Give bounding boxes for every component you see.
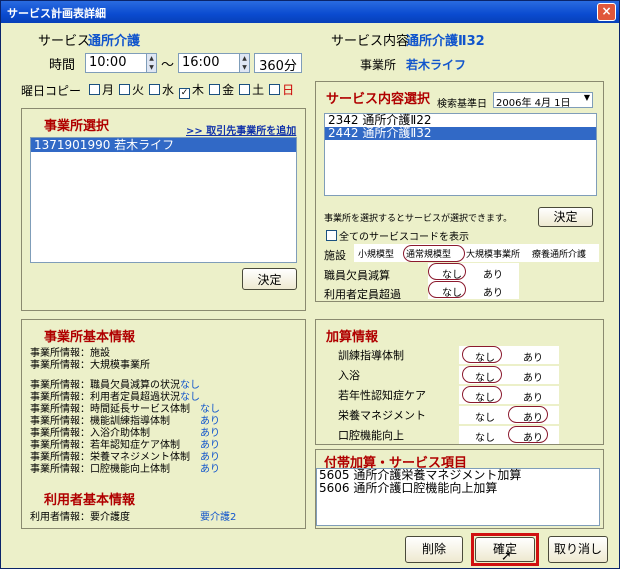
dialog-window: サービス計画表詳細 × サービス 通所介護 サービス内容 通所介護Ⅱ32 時間 … bbox=[0, 0, 620, 569]
extras-panel: 付帯加算・サービス項目 5605 通所介護栄養マネジメント加算 5606 通所介護… bbox=[315, 449, 604, 529]
addition-selected-marker bbox=[462, 366, 502, 383]
office-decide-button[interactable]: 決定 bbox=[242, 268, 297, 290]
user-info-title: 利用者基本情報 bbox=[44, 493, 136, 508]
addition-selected-marker bbox=[462, 346, 502, 363]
weekday-checkbox-4[interactable] bbox=[209, 84, 221, 95]
delete-button[interactable]: 削除 bbox=[405, 536, 463, 563]
show-all-codes-label: 全てのサービスコードを表示 bbox=[339, 232, 469, 243]
weekday-label-2: 水 bbox=[162, 83, 175, 97]
extras-list-item[interactable]: 5606 通所介護口腔機能向上加算 bbox=[317, 482, 599, 495]
office-value: 若木ライフ bbox=[406, 58, 467, 72]
facility-option-care[interactable]: 療養通所介護 bbox=[532, 247, 586, 260]
weekday-copy-label: 曜日コピー bbox=[21, 84, 82, 98]
addition-label: 若年性認知症ケア bbox=[338, 389, 426, 402]
office-info-value: あり bbox=[200, 464, 220, 475]
staff-shortage-selected-marker bbox=[428, 263, 466, 280]
base-date-label: 検索基準日 bbox=[437, 99, 487, 110]
addition-option-yes[interactable]: あり bbox=[523, 389, 543, 404]
user-care-level-value: 要介護2 bbox=[200, 512, 237, 523]
show-all-codes-option[interactable]: 全てのサービスコードを表示 bbox=[322, 228, 469, 243]
window-title: サービス計画表詳細 bbox=[7, 7, 106, 20]
service-content-value: 通所介護Ⅱ32 bbox=[406, 34, 485, 49]
service-select-title: サービス内容選択 bbox=[326, 92, 431, 107]
service-label: サービス bbox=[38, 34, 91, 49]
end-time-spinner[interactable]: ▲ ▼ bbox=[239, 53, 250, 73]
weekday-checkbox-5[interactable] bbox=[239, 84, 251, 95]
addition-label: 入浴 bbox=[338, 369, 360, 382]
weekday-checkboxes: 月 火 水 ✓ 木 金 土 日 bbox=[85, 81, 295, 99]
end-time-field[interactable]: 16:00 bbox=[178, 53, 240, 73]
office-info-label: 事業所情報：大規模事業所 bbox=[30, 360, 150, 371]
dropdown-arrow-icon[interactable]: ▼ bbox=[584, 93, 590, 102]
office-list[interactable]: 1371901990 若木ライフ bbox=[30, 137, 297, 263]
start-time-spinner[interactable]: ▲ ▼ bbox=[146, 53, 157, 73]
capacity-excess-yes[interactable]: あり bbox=[483, 284, 503, 299]
title-bar: サービス計画表詳細 × bbox=[1, 1, 619, 23]
weekday-label-5: 土 bbox=[252, 83, 265, 97]
base-date-value: 2006年 4月 1日 bbox=[496, 98, 571, 109]
weekday-checkbox-6[interactable] bbox=[269, 84, 281, 95]
addition-selected-marker bbox=[462, 386, 502, 403]
office-select-panel: 事業所選択 >> 取引先事業所を追加 1371901990 若木ライフ 決定 bbox=[21, 108, 306, 311]
additions-title: 加算情報 bbox=[326, 330, 379, 345]
office-list-item[interactable]: 1371901990 若木ライフ bbox=[31, 138, 296, 152]
office-info-label: 事業所情報：口腔機能向上体制 bbox=[30, 464, 170, 475]
addition-option-none[interactable]: なし bbox=[475, 409, 495, 424]
service-list-item[interactable]: 2442 通所介護Ⅱ32 bbox=[325, 127, 596, 140]
weekday-label-6: 日 bbox=[282, 83, 295, 97]
weekday-label-3: 木 bbox=[192, 83, 205, 97]
weekday-checkbox-0[interactable] bbox=[89, 84, 100, 95]
weekday-checkbox-3[interactable]: ✓ bbox=[179, 88, 191, 99]
weekday-label-4: 金 bbox=[222, 83, 235, 97]
duration-field: 360分 bbox=[254, 53, 302, 74]
addition-selected-marker bbox=[508, 426, 548, 443]
weekday-checkbox-1[interactable] bbox=[119, 84, 131, 95]
facility-selected-marker bbox=[403, 245, 465, 262]
time-tilde: ～ bbox=[161, 58, 175, 73]
facility-option-row: 小規模型 通常規模型 大規模事業所 療養通所介護 bbox=[354, 244, 599, 262]
service-list[interactable]: 2342 通所介護Ⅱ22 2442 通所介護Ⅱ32 bbox=[324, 113, 597, 196]
facility-option-large[interactable]: 大規模事業所 bbox=[466, 247, 520, 260]
weekday-label-0: 月 bbox=[102, 83, 115, 97]
service-hint-text: 事業所を選択するとサービスが選択できます。 bbox=[324, 214, 513, 224]
add-partner-office-link[interactable]: >> 取引先事業所を追加 bbox=[186, 122, 296, 137]
show-all-codes-checkbox[interactable] bbox=[326, 230, 337, 241]
addition-option-none[interactable]: なし bbox=[475, 429, 495, 444]
office-info-title: 事業所基本情報 bbox=[44, 330, 136, 345]
service-value: 通所介護 bbox=[88, 34, 141, 49]
service-decide-button[interactable]: 決定 bbox=[538, 207, 593, 227]
facility-option-small[interactable]: 小規模型 bbox=[358, 247, 394, 260]
close-button[interactable]: × bbox=[597, 3, 616, 21]
mouse-cursor-icon: ➚ bbox=[501, 549, 512, 564]
addition-option-yes[interactable]: あり bbox=[523, 349, 543, 364]
facility-label: 施設 bbox=[324, 249, 346, 262]
extras-list[interactable]: 5605 通所介護栄養マネジメント加算 5606 通所介護口腔機能向上加算 bbox=[316, 468, 600, 526]
weekday-checkbox-2[interactable] bbox=[149, 84, 161, 95]
weekday-label-1: 火 bbox=[132, 83, 145, 97]
start-time-field[interactable]: 10:00 bbox=[85, 53, 147, 73]
service-content-label: サービス内容 bbox=[331, 34, 410, 49]
service-select-panel: サービス内容選択 検索基準日 2006年 4月 1日 ▼ 2342 通所介護Ⅱ22… bbox=[315, 81, 604, 302]
office-label: 事業所 bbox=[360, 58, 397, 72]
addition-selected-marker bbox=[508, 406, 548, 423]
capacity-excess-label: 利用者定員超過 bbox=[324, 288, 401, 301]
time-label: 時間 bbox=[49, 58, 76, 73]
addition-label: 栄養マネジメント bbox=[338, 409, 426, 422]
addition-label: 訓練指導体制 bbox=[338, 349, 404, 362]
staff-shortage-yes[interactable]: あり bbox=[483, 266, 503, 281]
office-info-panel: 事業所基本情報 事業所情報：施設 事業所情報：大規模事業所 事業所情報：職員欠員減算… bbox=[21, 319, 306, 529]
additions-panel: 加算情報 訓練指導体制 なし あり 入浴 なし あり 若年性認知症ケア なし あり 栄養マネジメン… bbox=[315, 319, 604, 445]
cancel-button[interactable]: 取り消し bbox=[548, 536, 608, 563]
base-date-picker[interactable]: 2006年 4月 1日 ▼ bbox=[493, 92, 593, 109]
user-care-level-label: 利用者情報：要介護度 bbox=[30, 512, 130, 523]
staff-shortage-label: 職員欠員減算 bbox=[324, 269, 390, 282]
addition-option-yes[interactable]: あり bbox=[523, 369, 543, 384]
capacity-excess-selected-marker bbox=[428, 281, 466, 298]
addition-label: 口腔機能向上 bbox=[338, 429, 404, 442]
office-select-title: 事業所選択 bbox=[44, 119, 110, 134]
